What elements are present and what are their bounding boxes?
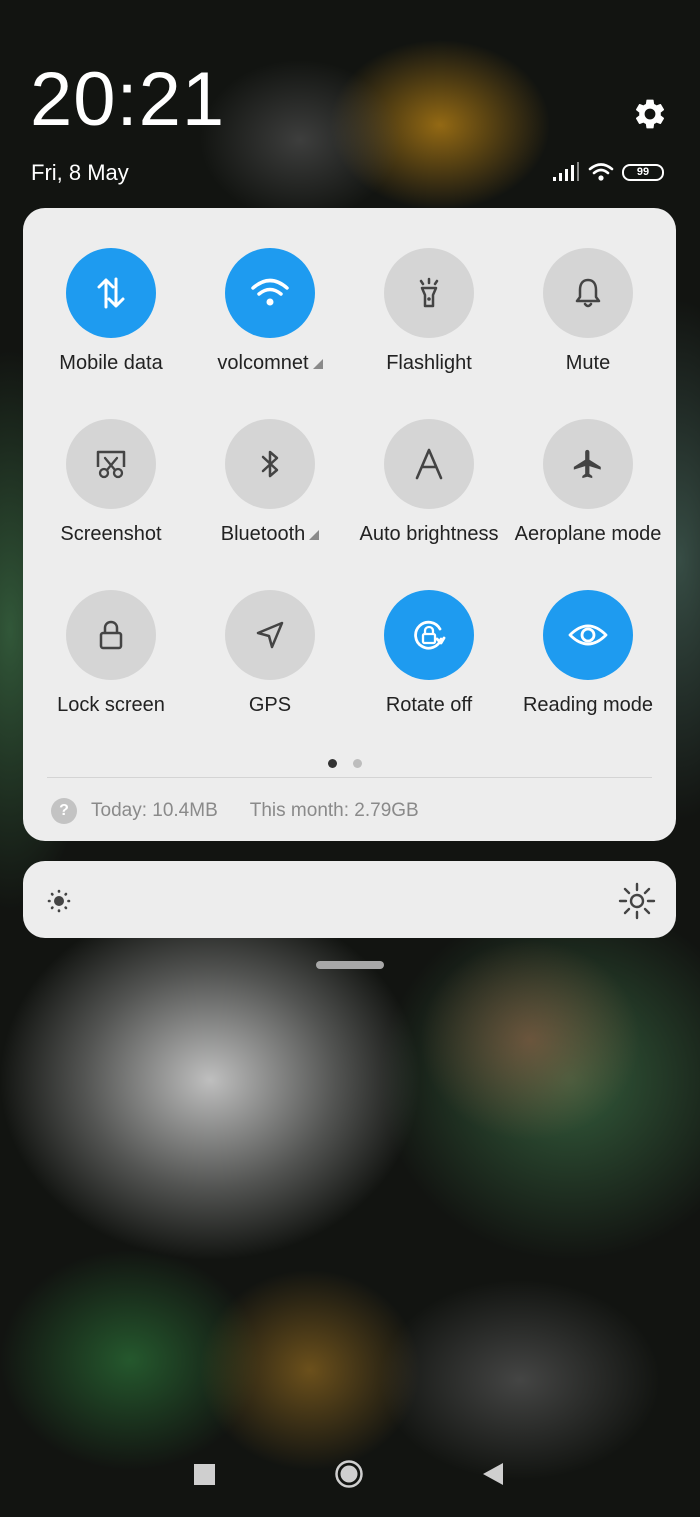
tile-reading-mode[interactable]: Reading mode (508, 590, 668, 740)
tile-auto-brightness[interactable]: Auto brightness (349, 419, 509, 569)
screenshot-icon (96, 450, 126, 479)
tile-label: volcomnet (180, 352, 360, 375)
eye-icon (568, 624, 608, 646)
battery-icon: 99 (622, 163, 664, 181)
tile-label: Rotate off (385, 694, 473, 716)
tile-label: Auto brightness (359, 523, 499, 545)
drag-handle[interactable] (316, 961, 384, 969)
tile-label: Aeroplane mode (514, 523, 662, 545)
usage-month: This month: 2.79GB (249, 800, 419, 821)
lock-screen-toggle[interactable] (66, 590, 156, 680)
bluetooth-toggle[interactable] (225, 419, 315, 509)
tile-flashlight[interactable]: Flashlight (349, 248, 509, 398)
auto-brightness-toggle[interactable] (384, 419, 474, 509)
wifi-icon (251, 278, 289, 306)
page-dot-active (328, 759, 337, 768)
mute-toggle[interactable] (543, 248, 633, 338)
tile-wifi[interactable]: volcomnet (190, 248, 350, 398)
tile-lock-screen[interactable]: Lock screen (31, 590, 191, 740)
rotation-lock-icon (414, 620, 446, 650)
tile-label: GPS (248, 694, 292, 716)
gps-toggle[interactable] (225, 590, 315, 680)
tile-screenshot[interactable]: Screenshot (31, 419, 191, 569)
flashlight-icon (419, 277, 439, 308)
bluetooth-icon (261, 450, 279, 478)
tile-label: Flashlight (386, 352, 472, 374)
quick-settings-panel: Mobile data volcomnet Flashlight Mute Sc… (23, 208, 676, 841)
airplane-icon (573, 449, 601, 479)
tile-mobile-data[interactable]: Mobile data (31, 248, 191, 398)
clock: 20:21 (30, 57, 226, 142)
tile-aeroplane-mode[interactable]: Aeroplane mode (508, 419, 668, 569)
data-usage[interactable]: ? Today: 10.4MB This month: 2.79GB (51, 798, 419, 824)
rotate-toggle[interactable] (384, 590, 474, 680)
flashlight-toggle[interactable] (384, 248, 474, 338)
divider (47, 777, 652, 778)
gear-icon[interactable] (632, 96, 668, 132)
usage-today: Today: 10.4MB (91, 800, 218, 821)
brightness-slider[interactable] (23, 861, 676, 938)
battery-level: 99 (636, 166, 650, 178)
tile-label: Reading mode (522, 694, 654, 716)
help-icon: ? (51, 798, 77, 824)
mobile-data-icon (97, 277, 125, 309)
tile-bluetooth[interactable]: Bluetooth (190, 419, 350, 569)
home-button[interactable] (334, 1459, 364, 1489)
status-icons: 99 (552, 160, 664, 184)
back-button[interactable] (482, 1462, 504, 1486)
wifi-toggle[interactable] (225, 248, 315, 338)
network-options-icon (312, 358, 323, 369)
signal-icon (553, 162, 579, 181)
mobile-data-toggle[interactable] (66, 248, 156, 338)
tile-label: Bluetooth (180, 523, 360, 546)
screenshot-toggle[interactable] (66, 419, 156, 509)
recents-button[interactable] (194, 1464, 215, 1485)
bell-icon (575, 278, 601, 308)
brightness-high-icon (618, 882, 656, 920)
tile-label: Lock screen (57, 694, 165, 716)
tile-gps[interactable]: GPS (190, 590, 350, 740)
brightness-low-icon (47, 889, 71, 913)
tile-mute[interactable]: Mute (508, 248, 668, 398)
aeroplane-mode-toggle[interactable] (543, 419, 633, 509)
tile-label: Mute (565, 352, 611, 374)
tile-label: Mobile data (59, 352, 163, 374)
page-indicator (328, 759, 362, 768)
date: Fri, 8 May (31, 160, 129, 185)
reading-mode-toggle[interactable] (543, 590, 633, 680)
page-dot (353, 759, 362, 768)
auto-brightness-icon (415, 448, 443, 480)
tile-rotate[interactable]: Rotate off (349, 590, 509, 740)
tile-label: Screenshot (60, 523, 162, 545)
location-arrow-icon (256, 621, 284, 649)
wifi-status-icon (588, 163, 614, 181)
bluetooth-options-icon (309, 529, 320, 540)
lock-icon (99, 620, 123, 650)
